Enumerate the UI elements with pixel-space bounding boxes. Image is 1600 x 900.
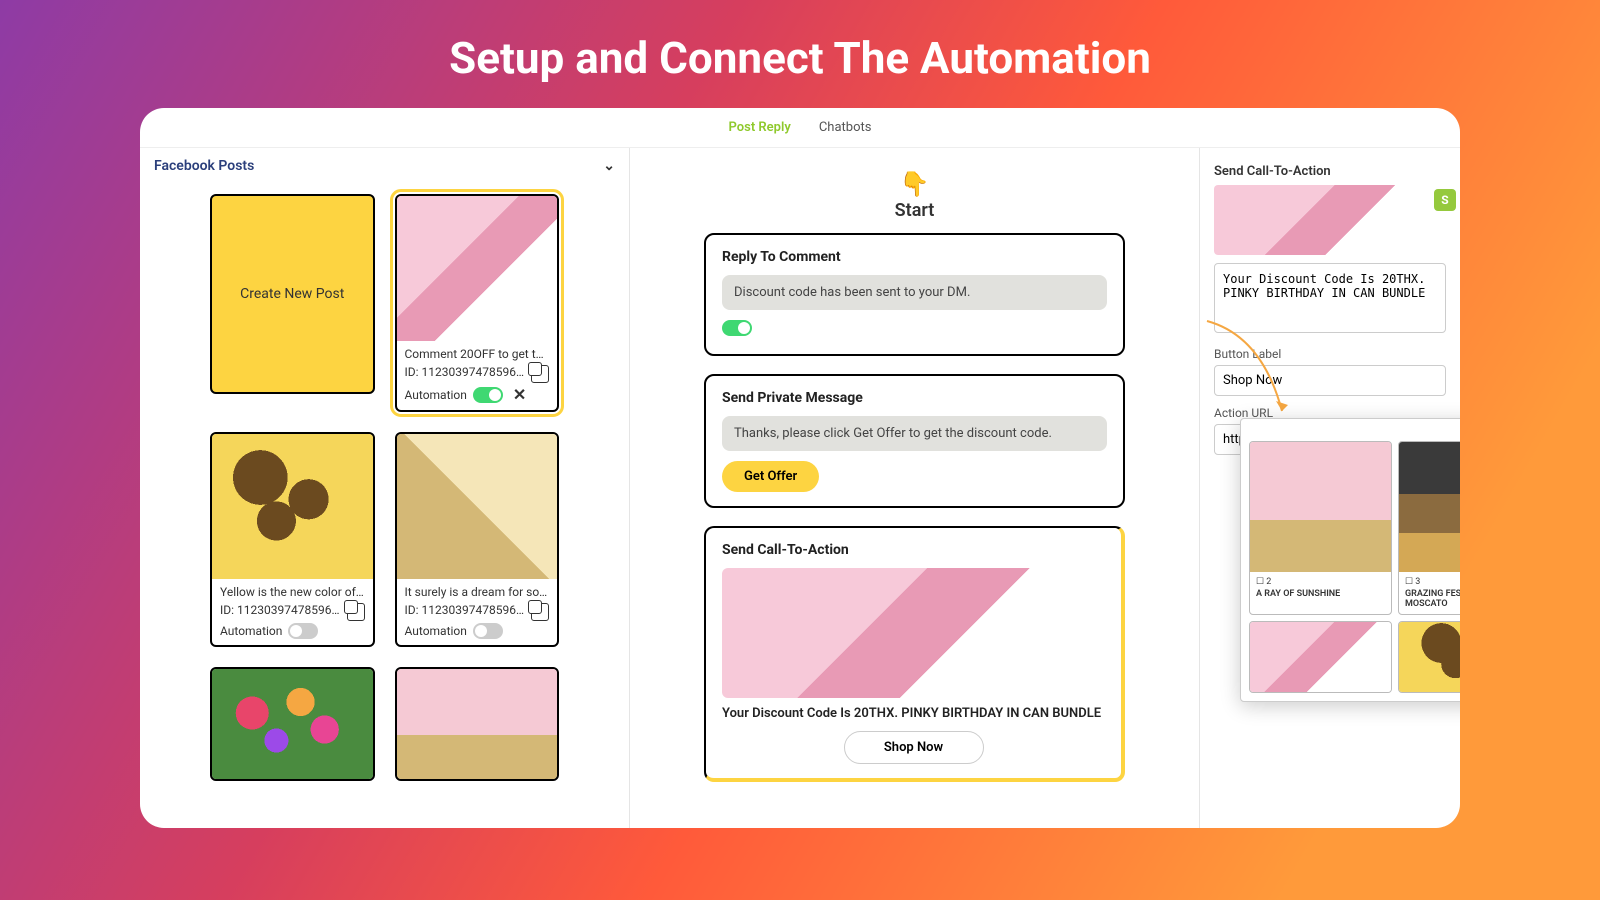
- cta-message-input[interactable]: Your Discount Code Is 20THX. PINKY BIRTH…: [1214, 263, 1446, 333]
- posts-header[interactable]: Facebook Posts ⌄: [140, 148, 629, 184]
- product-thumbnail: [1250, 442, 1391, 572]
- send-pm-card: Send Private Message Thanks, please clic…: [704, 374, 1125, 508]
- posts-column: Facebook Posts ⌄ Create New PostComment …: [140, 148, 630, 828]
- button-label-label: Button Label: [1214, 347, 1446, 361]
- pm-title: Send Private Message: [722, 390, 1107, 406]
- automation-toggle[interactable]: [473, 387, 503, 403]
- reply-title: Reply To Comment: [722, 249, 1107, 265]
- automation-label: Automation: [405, 388, 467, 402]
- product-name: GRAZING FESTIVE BOX WITH MOSCATO: [1405, 589, 1460, 609]
- product-index: ☐ 2: [1256, 577, 1385, 587]
- post-card[interactable]: Comment 20OFF to get the … ID: 1123039747…: [395, 194, 560, 412]
- cta-image: [722, 568, 1105, 698]
- automation-label: Automation: [405, 624, 467, 638]
- post-thumbnail: [397, 196, 558, 341]
- post-card[interactable]: [210, 667, 375, 781]
- post-thumbnail: [397, 434, 558, 579]
- close-icon[interactable]: ✕: [513, 385, 526, 404]
- get-offer-button[interactable]: Get Offer: [722, 461, 819, 492]
- copy-icon[interactable]: [531, 603, 549, 621]
- post-id: ID: 112303974785969…: [405, 365, 526, 379]
- post-caption: It surely is a dream for som…: [405, 585, 550, 599]
- pointer-down-icon: 👇: [650, 170, 1179, 198]
- button-label-input[interactable]: [1214, 365, 1446, 396]
- cta-title: Send Call-To-Action: [722, 542, 1105, 558]
- automation-toggle[interactable]: [473, 623, 503, 639]
- product-index: ☐ 3: [1405, 577, 1460, 587]
- post-caption: Comment 20OFF to get the …: [405, 347, 550, 361]
- chevron-down-icon: ⌄: [603, 158, 615, 174]
- post-caption: Yellow is the new color of lov…: [220, 585, 365, 599]
- shop-now-button[interactable]: Shop Now: [844, 731, 984, 764]
- posts-header-label: Facebook Posts: [154, 158, 254, 174]
- product-card[interactable]: ☐ 3 GRAZING FESTIVE BOX WITH MOSCATO: [1398, 441, 1460, 615]
- cta-text: Your Discount Code Is 20THX. PINKY BIRTH…: [722, 706, 1105, 721]
- product-thumbnail: [1399, 622, 1460, 692]
- post-card[interactable]: Yellow is the new color of lov… ID: 11230…: [210, 432, 375, 647]
- post-id: ID: 112303974785969…: [220, 603, 341, 617]
- post-id: ID: 112303974785969…: [405, 603, 526, 617]
- post-thumbnail: [397, 669, 558, 779]
- product-card[interactable]: [1398, 621, 1460, 693]
- reply-toggle[interactable]: [722, 320, 752, 336]
- start-label: Start: [650, 200, 1179, 221]
- shopify-icon[interactable]: S: [1434, 189, 1456, 211]
- product-thumbnail: [1399, 442, 1460, 572]
- flow-column: 👇 Start Reply To Comment Discount code h…: [630, 148, 1200, 828]
- product-name: A RAY OF SUNSHINE: [1256, 589, 1385, 599]
- post-thumbnail: [212, 669, 373, 779]
- cta-config-title: Send Call-To-Action: [1214, 164, 1446, 179]
- automation-toggle[interactable]: [288, 623, 318, 639]
- copy-icon[interactable]: [531, 365, 549, 383]
- pm-message[interactable]: Thanks, please click Get Offer to get th…: [722, 416, 1107, 451]
- post-card[interactable]: It surely is a dream for som… ID: 1123039…: [395, 432, 560, 647]
- automation-label: Automation: [220, 624, 282, 638]
- send-cta-card: Send Call-To-Action Your Discount Code I…: [704, 526, 1125, 782]
- product-picker-popup: ✕ ☐ 2A RAY OF SUNSHINE☐ 3GRAZING FESTIVE…: [1240, 418, 1460, 702]
- copy-icon[interactable]: [347, 603, 365, 621]
- page-title: Setup and Connect The Automation: [0, 0, 1600, 108]
- app-panel: Post Reply Chatbots Facebook Posts ⌄ Cre…: [140, 108, 1460, 828]
- tab-chatbots[interactable]: Chatbots: [819, 120, 872, 135]
- cta-config-image[interactable]: S: [1214, 185, 1446, 255]
- reply-message[interactable]: Discount code has been sent to your DM.: [722, 275, 1107, 310]
- product-card[interactable]: ☐ 2 A RAY OF SUNSHINE: [1249, 441, 1392, 615]
- product-card[interactable]: [1249, 621, 1392, 693]
- tabs: Post Reply Chatbots: [140, 108, 1460, 148]
- post-card[interactable]: [395, 667, 560, 781]
- post-thumbnail: [212, 434, 373, 579]
- product-thumbnail: [1250, 622, 1391, 692]
- tab-post-reply[interactable]: Post Reply: [729, 120, 791, 135]
- create-new-post-button[interactable]: Create New Post: [210, 194, 375, 394]
- reply-to-comment-card: Reply To Comment Discount code has been …: [704, 233, 1125, 356]
